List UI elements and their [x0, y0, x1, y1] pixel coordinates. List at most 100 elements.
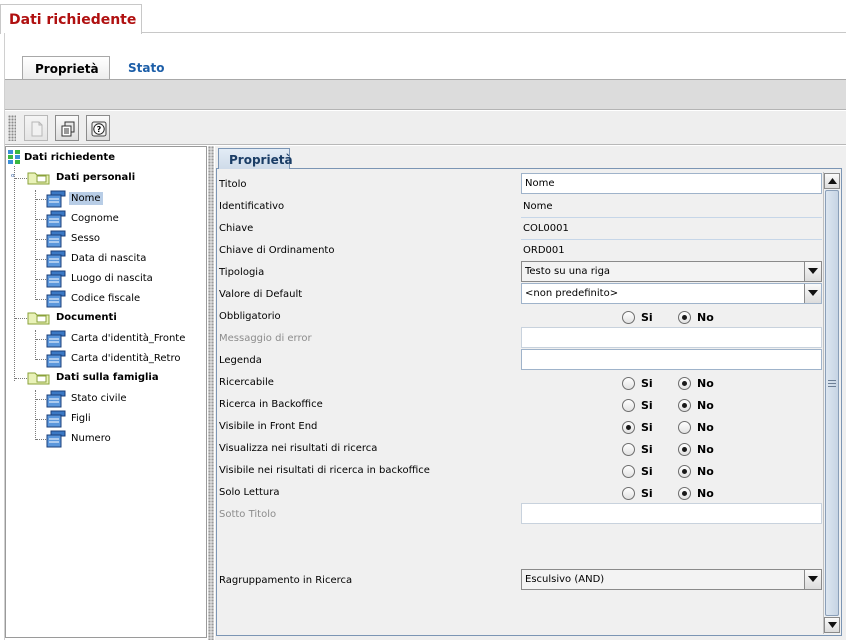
radio-label-no: No: [697, 465, 714, 478]
tree-item-carta-retro[interactable]: Carta d'identità_Retro: [71, 353, 181, 364]
tree-item-figli[interactable]: Figli: [71, 413, 91, 424]
document-icon: [31, 121, 43, 137]
radio-label-no: No: [697, 487, 714, 500]
raggruppamento-select[interactable]: Esculsivo (AND): [521, 569, 822, 590]
solo-lettura-no-radio[interactable]: [678, 487, 691, 500]
field-icon: [46, 390, 66, 408]
raggruppamento-value: Esculsivo (AND): [525, 574, 605, 585]
label-visualizza-risultati: Visualizza nei risultati di ricerca: [219, 443, 378, 454]
tree-group-documenti[interactable]: Documenti: [56, 312, 117, 323]
tree-group-dati-famiglia[interactable]: Dati sulla famiglia: [56, 372, 159, 383]
copy-button[interactable]: [55, 115, 79, 141]
solo-lettura-radio-group: Si No: [622, 487, 732, 501]
label-chiave-ordinamento: Chiave di Ordinamento: [219, 245, 335, 256]
scroll-down-button[interactable]: [824, 617, 840, 633]
radio-label-si: Si: [641, 399, 653, 412]
tree-item-nome[interactable]: Nome: [69, 192, 103, 205]
radio-label-no: No: [697, 377, 714, 390]
tipologia-select[interactable]: Testo su una riga: [521, 261, 822, 282]
tree-item-sesso[interactable]: Sesso: [71, 233, 100, 244]
tree-connector: [36, 299, 46, 300]
visibile-risultati-backoffice-no-radio[interactable]: [678, 465, 691, 478]
ricercabile-no-radio[interactable]: [678, 377, 691, 390]
radio-label-si: Si: [641, 421, 653, 434]
radio-label-si: Si: [641, 487, 653, 500]
ricerca-backoffice-si-radio[interactable]: [622, 399, 635, 412]
folder-icon: [27, 312, 50, 325]
solo-lettura-si-radio[interactable]: [622, 487, 635, 500]
tree-connector: [15, 378, 27, 379]
field-icon: [46, 210, 66, 228]
tree-connector: [15, 178, 27, 179]
label-raggruppamento: Ragruppamento in Ricerca: [219, 575, 353, 586]
field-icon: [46, 330, 66, 348]
radio-label-no: No: [697, 443, 714, 456]
radio-label-no: No: [697, 399, 714, 412]
label-valore-default: Valore di Default: [219, 289, 303, 300]
tree-item-cognome[interactable]: Cognome: [71, 213, 119, 224]
label-titolo: Titolo: [219, 179, 247, 190]
header-band: [5, 80, 846, 110]
obbligatorio-si-radio[interactable]: [622, 311, 635, 324]
ricerca-backoffice-no-radio[interactable]: [678, 399, 691, 412]
chevron-down-icon: [808, 268, 818, 274]
messaggio-errore-input[interactable]: [521, 327, 822, 348]
identificativo-value: Nome: [523, 201, 553, 212]
radio-label-si: Si: [641, 311, 653, 324]
scroll-up-button[interactable]: [824, 173, 840, 189]
sotto-titolo-input[interactable]: [521, 503, 822, 524]
valore-default-dropdown-button[interactable]: [804, 284, 821, 303]
field-icon: [46, 430, 66, 448]
field-icon: [46, 250, 66, 268]
tree-connector: [14, 166, 15, 381]
tree-connector: [36, 359, 46, 360]
scrollbar-thumb[interactable]: [825, 190, 839, 616]
visualizza-risultati-si-radio[interactable]: [622, 443, 635, 456]
toolbar-grip[interactable]: [8, 115, 16, 141]
visualizza-risultati-no-radio[interactable]: [678, 443, 691, 456]
tab-proprieta[interactable]: Proprietà: [22, 56, 110, 80]
scrollbar-grip-icon: [828, 380, 836, 388]
tree-item-carta-fronte[interactable]: Carta d'identità_Fronte: [71, 333, 185, 344]
tree-group-dati-personali[interactable]: Dati personali: [56, 172, 135, 183]
field-icon: [46, 190, 66, 208]
tree-item-numero[interactable]: Numero: [71, 433, 111, 444]
valore-default-select[interactable]: <non predefinito>: [521, 283, 822, 304]
visibile-front-end-radio-group: Si No: [622, 421, 732, 435]
ricercabile-si-radio[interactable]: [622, 377, 635, 390]
visibile-front-end-si-radio[interactable]: [622, 421, 635, 434]
tree-root[interactable]: Dati richiedente: [24, 152, 115, 163]
titolo-input[interactable]: Nome: [521, 173, 822, 194]
tree-connector: [36, 239, 46, 240]
obbligatorio-no-radio[interactable]: [678, 311, 691, 324]
obbligatorio-radio-group: Si No: [622, 311, 732, 325]
tree-item-data-di-nascita[interactable]: Data di nascita: [71, 253, 146, 264]
tab-properties-inner[interactable]: Proprietà: [218, 148, 293, 169]
field-icon: [46, 350, 66, 368]
tree-connector: [35, 390, 36, 440]
tree-item-stato-civile[interactable]: Stato civile: [71, 393, 127, 404]
chevron-down-icon: [828, 622, 837, 628]
chevron-down-icon: [808, 576, 818, 582]
tree-item-codice-fiscale[interactable]: Codice fiscale: [71, 293, 140, 304]
tree-item-luogo-di-nascita[interactable]: Luogo di nascita: [71, 273, 153, 284]
label-legenda: Legenda: [219, 355, 262, 366]
folder-icon: [27, 172, 50, 185]
visibile-risultati-backoffice-radio-group: Si No: [622, 465, 732, 479]
legenda-input[interactable]: [521, 349, 822, 370]
tab-stato[interactable]: Stato: [128, 61, 164, 75]
visibile-risultati-backoffice-si-radio[interactable]: [622, 465, 635, 478]
ricercabile-radio-group: Si No: [622, 377, 732, 391]
visibile-front-end-no-radio[interactable]: [678, 421, 691, 434]
help-button[interactable]: ?: [86, 115, 110, 141]
new-document-button[interactable]: [24, 115, 48, 141]
valore-default-value: <non predefinito>: [525, 288, 619, 299]
expand-toggle-icon[interactable]: ᵒ: [11, 173, 15, 183]
panel-splitter[interactable]: [208, 146, 214, 640]
copy-icon: [61, 121, 75, 137]
tipologia-dropdown-button[interactable]: [804, 262, 821, 281]
label-visibile-risultati-backoffice: Visibile nei risultati di ricerca in bac…: [219, 465, 430, 476]
label-messaggio-errore: Messaggio di error: [219, 333, 312, 344]
tree-root-icon: [8, 150, 20, 164]
raggruppamento-dropdown-button[interactable]: [804, 570, 821, 589]
